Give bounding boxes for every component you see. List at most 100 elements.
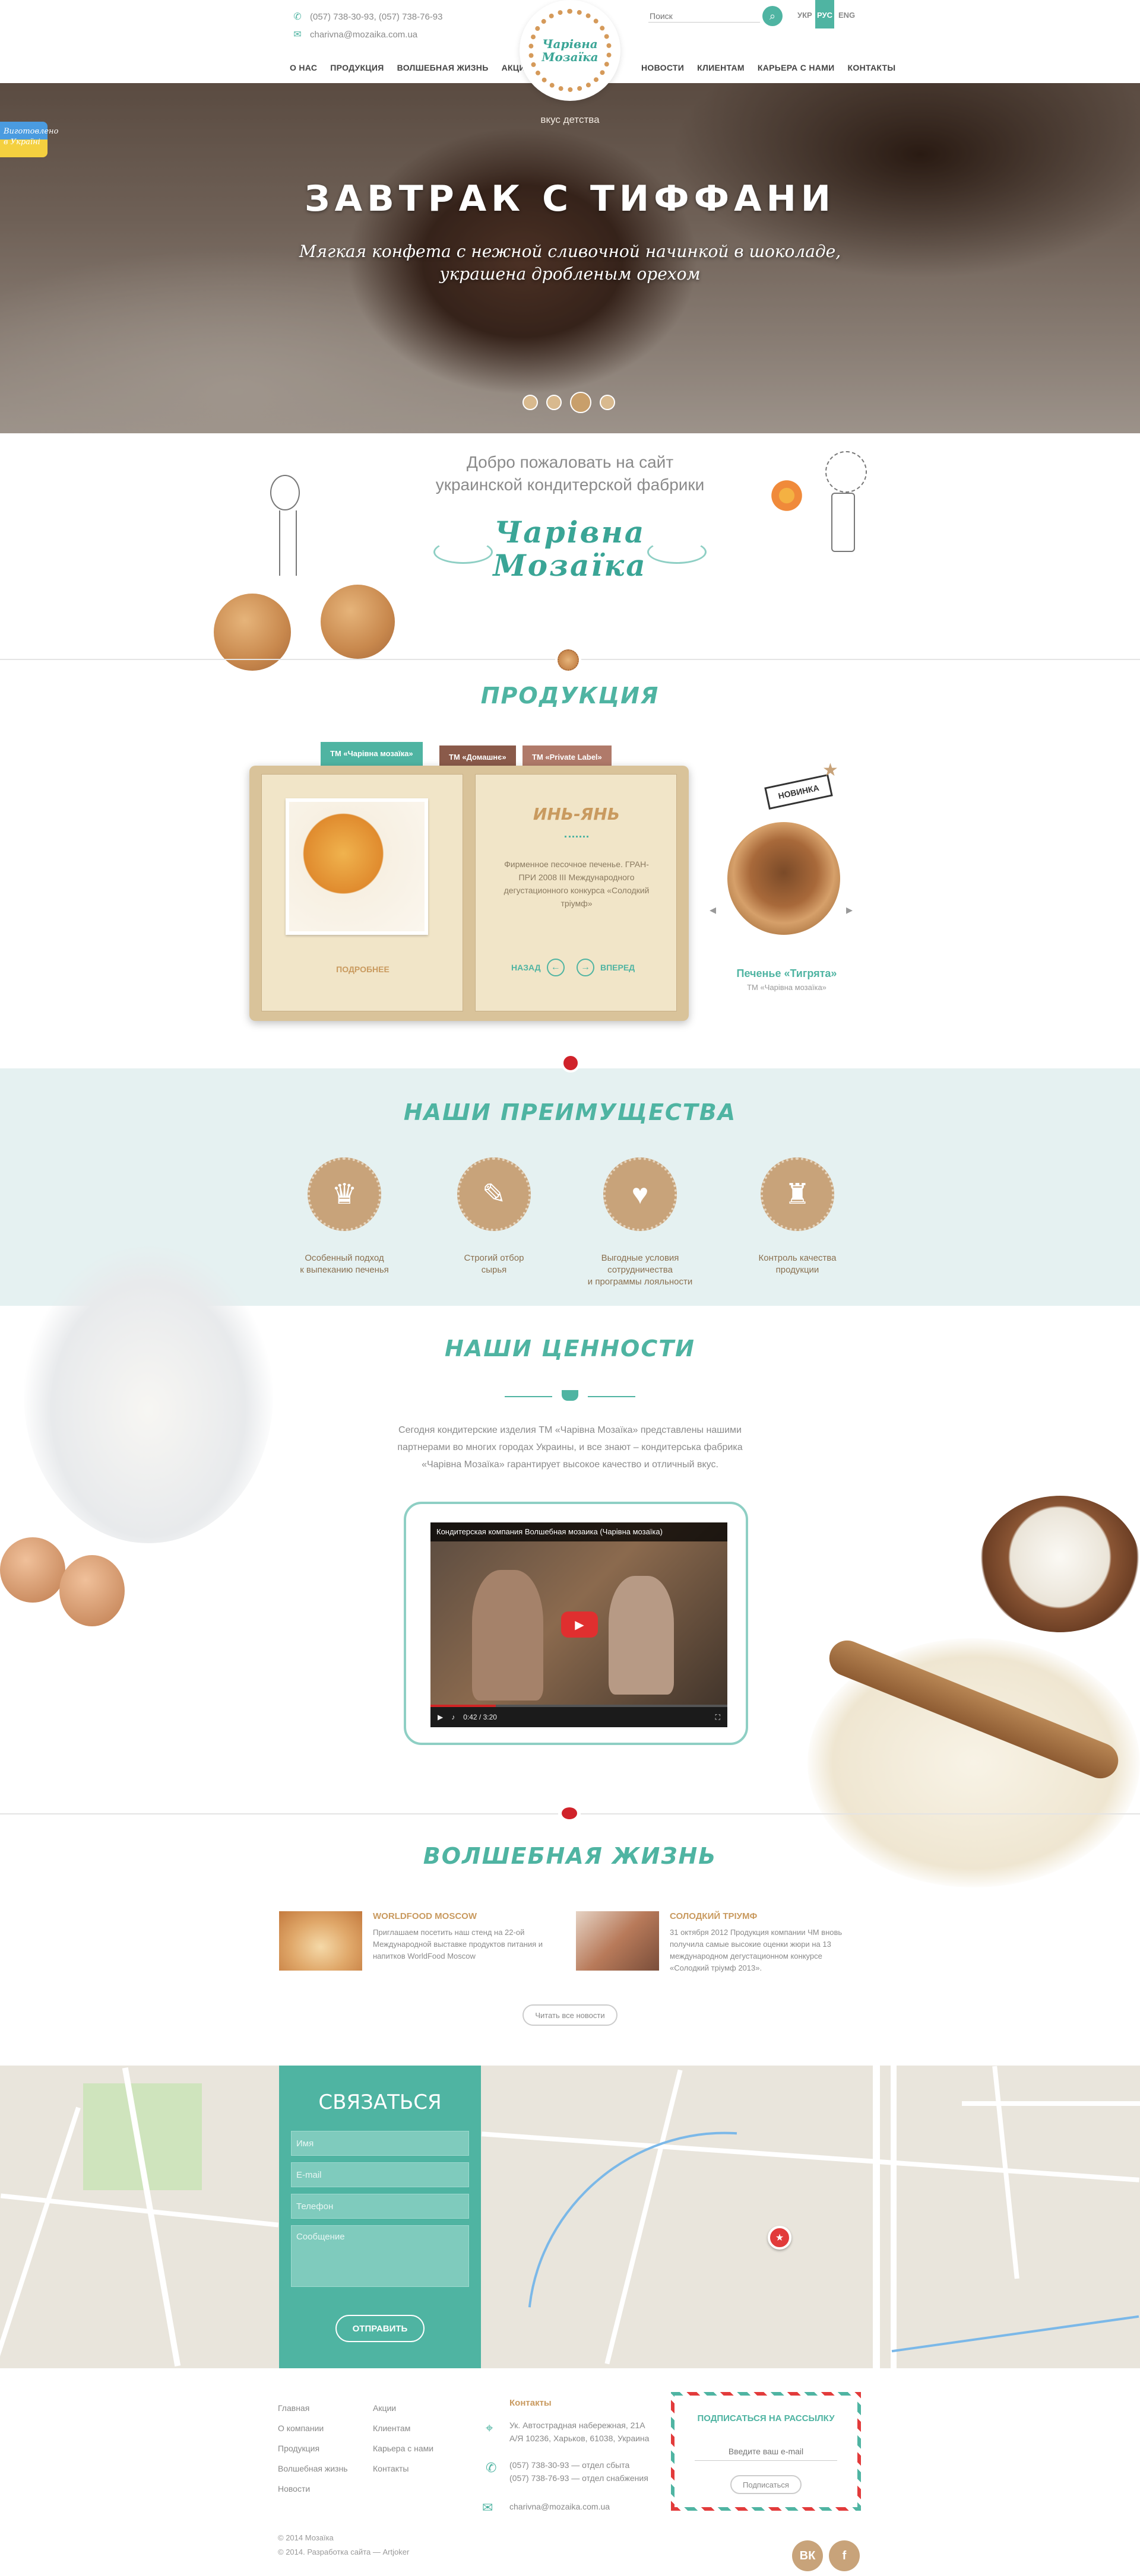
product-photo bbox=[286, 798, 428, 935]
search-input[interactable] bbox=[648, 9, 760, 23]
footer-link-news[interactable]: Новости bbox=[278, 2479, 347, 2499]
footer-link-contacts[interactable]: Контакты bbox=[373, 2458, 433, 2479]
developer-credit[interactable]: © 2014. Разработка сайта — Artjoker bbox=[278, 2548, 409, 2556]
logo-text-1: Чарівна bbox=[542, 37, 598, 51]
nav-news[interactable]: Новости bbox=[641, 63, 684, 72]
nav-about[interactable]: О нас bbox=[290, 63, 317, 72]
all-news-button[interactable]: Читать все новости bbox=[522, 2004, 618, 2026]
email-field[interactable] bbox=[291, 2162, 469, 2187]
footer-link-home[interactable]: Главная bbox=[278, 2398, 347, 2418]
subscribe-button[interactable]: Подписаться bbox=[730, 2475, 802, 2494]
volume-icon[interactable]: ♪ bbox=[451, 1713, 455, 1721]
news-title[interactable]: WORLDFOOD MOSCOW bbox=[373, 1911, 477, 1921]
video-title: Кондитерская компания Волшебная мозаика … bbox=[430, 1522, 727, 1541]
lang-ukr[interactable]: УКР bbox=[797, 11, 812, 20]
arrow-left-icon: ← bbox=[546, 959, 565, 976]
cyclist-head-illustration bbox=[270, 475, 300, 510]
advantage-label: Особенный подход к выпеканию печенья bbox=[273, 1252, 416, 1276]
video-time: 0:42 / 3:20 bbox=[463, 1713, 497, 1721]
location-map[interactable] bbox=[0, 2066, 1140, 2368]
slider-dot-active[interactable] bbox=[570, 392, 591, 413]
new-product-photo[interactable] bbox=[727, 822, 840, 935]
vk-icon[interactable]: ВК bbox=[792, 2540, 823, 2571]
phone-line: (057) 738-76-93 — отдел снабжения bbox=[509, 2473, 648, 2483]
mail-icon: ✉ bbox=[293, 30, 302, 40]
welcome-section: Добро пожаловать на сайт украинской конд… bbox=[0, 433, 1140, 671]
search-button[interactable]: ⌕ bbox=[762, 6, 783, 26]
slider-dot[interactable] bbox=[600, 395, 615, 410]
footer-link-company[interactable]: О компании bbox=[278, 2418, 347, 2438]
fullscreen-icon[interactable]: ⛶ bbox=[715, 1713, 720, 1722]
phone-field[interactable] bbox=[291, 2194, 469, 2219]
nav-career[interactable]: Карьера с нами bbox=[758, 63, 835, 72]
label-line: Контроль качества bbox=[758, 1253, 837, 1263]
product-next-button[interactable]: → Вперед bbox=[577, 959, 635, 976]
cookie-shape bbox=[558, 649, 579, 671]
site-footer: Главная О компании Продукция Волшебная ж… bbox=[0, 2368, 1140, 2576]
phone-icon: ✆ bbox=[486, 2460, 497, 2475]
nav-magic-life[interactable]: Волшебная жизнь bbox=[397, 63, 489, 72]
address-line: Ук. Автострадная набережная, 21А bbox=[509, 2420, 645, 2430]
tab-brand-mozaika[interactable]: ТМ «Чарівна мозаїка» bbox=[321, 742, 423, 766]
map-marker-icon[interactable]: ★ bbox=[768, 2226, 791, 2250]
name-field[interactable] bbox=[291, 2131, 469, 2156]
divider-line bbox=[505, 1396, 552, 1397]
product-details-link[interactable]: Подробнее bbox=[262, 965, 464, 974]
girl-head-illustration bbox=[825, 451, 867, 493]
welcome-brand-1: Чарівна bbox=[494, 515, 646, 550]
header-email[interactable]: ✉ charivna@mozaika.com.ua bbox=[291, 28, 417, 40]
product-prev-button[interactable]: Назад ← bbox=[511, 959, 565, 976]
footer-link-clients[interactable]: Клиентам bbox=[373, 2418, 433, 2438]
advantage-label: Выгодные условия сотрудничества и програм… bbox=[569, 1252, 711, 1288]
nav-products[interactable]: Продукция bbox=[330, 63, 384, 72]
facebook-icon[interactable]: f bbox=[829, 2540, 860, 2571]
video-controls: ▶ ♪ 0:42 / 3:20 ⛶ bbox=[430, 1707, 727, 1727]
video-player[interactable]: Кондитерская компания Волшебная мозаика … bbox=[430, 1522, 727, 1727]
new-next-arrow-icon[interactable]: ▸ bbox=[846, 902, 853, 918]
news-item[interactable]: Солодкий тріумф 31 октября 2012 Продукци… bbox=[576, 1911, 849, 1972]
lang-eng[interactable]: ENG bbox=[838, 11, 855, 20]
footer-link-career[interactable]: Карьера с нами bbox=[373, 2438, 433, 2458]
product-book: Подробнее ИНЬ-ЯНЬ Фирменное песочное печ… bbox=[249, 766, 689, 1021]
brand-logo[interactable]: Чарівна Мозаїка bbox=[520, 0, 620, 101]
message-field[interactable] bbox=[291, 2225, 469, 2287]
lang-rus[interactable]: РУС bbox=[815, 0, 834, 28]
product-name: ИНЬ-ЯНЬ bbox=[533, 804, 620, 824]
footer-link-products[interactable]: Продукция bbox=[278, 2438, 347, 2458]
advantage-loyalty: ♥ Выгодные условия сотрудничества и прогр… bbox=[569, 1157, 711, 1288]
egg-photo bbox=[59, 1555, 125, 1626]
slider-dot[interactable] bbox=[522, 395, 538, 410]
newsletter-email-input[interactable] bbox=[695, 2442, 837, 2461]
new-product-name[interactable]: Печенье «Тигрята» bbox=[701, 967, 873, 980]
news-photo[interactable] bbox=[279, 1911, 362, 1971]
footer-email[interactable]: charivna@mozaika.com.ua bbox=[509, 2500, 610, 2513]
welcome-brand-2: Мозаїка bbox=[493, 548, 647, 583]
nav-right: Новости Клиентам Карьера с нами Контакты bbox=[641, 63, 895, 72]
news-photo[interactable] bbox=[576, 1911, 659, 1971]
footer-link-magic-life[interactable]: Волшебная жизнь bbox=[278, 2458, 347, 2479]
address-line: А/Я 10236, Харьков, 61038, Украина bbox=[509, 2434, 650, 2443]
welcome-text: Добро пожаловать на сайт украинской конд… bbox=[0, 451, 1140, 496]
footer-contacts-heading: Контакты bbox=[509, 2398, 552, 2408]
magic-life-heading: ВОЛШЕБНАЯ ЖИЗНЬ bbox=[423, 1843, 717, 1869]
nav-contacts[interactable]: Контакты bbox=[848, 63, 896, 72]
new-product-brand: ТМ «Чарівна мозаїка» bbox=[747, 983, 826, 992]
nav-clients[interactable]: Клиентам bbox=[697, 63, 745, 72]
location-pin-icon: ⌖ bbox=[486, 2420, 493, 2435]
made-in-ukraine-badge: Виготовлено в Україні bbox=[0, 122, 58, 157]
news-title[interactable]: Солодкий тріумф bbox=[670, 1911, 757, 1921]
label-line: и программы лояльности bbox=[587, 1277, 693, 1287]
wave-ornament bbox=[565, 834, 588, 837]
star-icon: ★ bbox=[822, 760, 838, 780]
egg-photo bbox=[0, 1537, 65, 1603]
product-description: Фирменное песочное печенье. ГРАН-ПРИ 200… bbox=[504, 859, 650, 908]
divider-line bbox=[588, 1396, 635, 1397]
play-icon[interactable]: ▶ bbox=[438, 1713, 443, 1721]
slider-dot[interactable] bbox=[546, 395, 562, 410]
news-item[interactable]: WORLDFOOD MOSCOW Приглашаем посетить наш… bbox=[279, 1911, 552, 1971]
footer-link-promos[interactable]: Акции bbox=[373, 2398, 433, 2418]
send-button[interactable]: Отправить bbox=[335, 2315, 425, 2342]
new-prev-arrow-icon[interactable]: ◂ bbox=[710, 902, 716, 918]
logo-text-2: Мозаїка bbox=[542, 50, 598, 64]
play-button[interactable]: ▶ bbox=[561, 1611, 598, 1638]
